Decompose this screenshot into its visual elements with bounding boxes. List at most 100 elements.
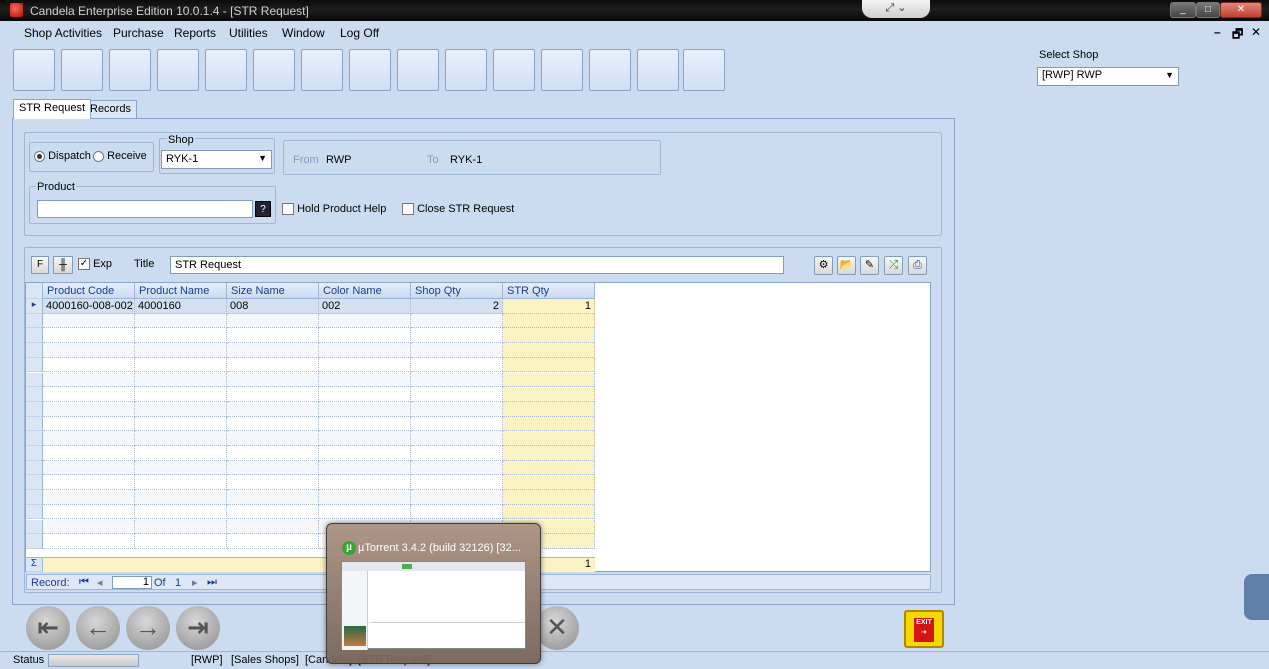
- row-header[interactable]: [26, 401, 43, 417]
- tab-records[interactable]: Records: [84, 100, 137, 119]
- row-header[interactable]: [26, 490, 43, 505]
- table-cell[interactable]: [135, 446, 227, 461]
- row-header[interactable]: [26, 328, 43, 344]
- title-input[interactable]: STR Request: [170, 256, 784, 274]
- table-row[interactable]: [26, 490, 595, 505]
- col-product-name[interactable]: Product Name: [135, 283, 227, 299]
- filter-f-button[interactable]: F: [31, 256, 49, 274]
- table-cell[interactable]: [227, 372, 319, 388]
- menu-utilities[interactable]: Utilities: [229, 26, 268, 40]
- col-shop-qty[interactable]: Shop Qty: [411, 283, 503, 299]
- table-cell[interactable]: [411, 372, 503, 388]
- toolbar-button-10[interactable]: [445, 49, 487, 91]
- table-cell[interactable]: [503, 343, 595, 358]
- next-record-icon[interactable]: ▸: [192, 576, 198, 589]
- table-cell[interactable]: [227, 313, 319, 329]
- table-cell[interactable]: [411, 313, 503, 329]
- mdi-minimize-button[interactable]: –: [1214, 25, 1221, 39]
- receive-radio[interactable]: Receive: [93, 150, 147, 162]
- table-cell[interactable]: [43, 401, 135, 417]
- table-cell[interactable]: [319, 431, 411, 446]
- row-header[interactable]: [26, 460, 43, 476]
- delete-icon[interactable]: ✕: [535, 606, 579, 650]
- table-row[interactable]: [26, 387, 595, 402]
- table-cell[interactable]: [227, 534, 319, 549]
- table-cell[interactable]: [227, 401, 319, 417]
- column-chooser-icon[interactable]: ╫: [53, 256, 73, 274]
- table-cell[interactable]: [411, 328, 503, 344]
- col-size-name[interactable]: Size Name: [227, 283, 319, 299]
- table-cell[interactable]: [43, 490, 135, 505]
- table-cell[interactable]: [135, 343, 227, 358]
- table-cell[interactable]: [503, 372, 595, 388]
- table-cell[interactable]: [135, 504, 227, 520]
- last-icon[interactable]: ⇥: [176, 606, 220, 650]
- print-icon[interactable]: ⎙: [908, 256, 927, 275]
- forward-arrow-icon[interactable]: →: [126, 606, 170, 650]
- table-cell[interactable]: [411, 504, 503, 520]
- table-cell[interactable]: [227, 343, 319, 358]
- table-cell[interactable]: [227, 490, 319, 505]
- menu-shop-activities[interactable]: Shop Activities: [24, 26, 102, 40]
- table-cell[interactable]: [43, 416, 135, 432]
- toolbar-button-12[interactable]: [541, 49, 583, 91]
- table-row[interactable]: [26, 460, 595, 476]
- table-cell[interactable]: [319, 416, 411, 432]
- mdi-restore-button[interactable]: 🗗: [1232, 25, 1243, 46]
- table-cell[interactable]: [227, 387, 319, 402]
- record-current-input[interactable]: 1: [112, 576, 152, 589]
- table-cell[interactable]: [319, 475, 411, 491]
- row-header[interactable]: [26, 475, 43, 491]
- toolbar-button-2[interactable]: [61, 49, 103, 91]
- table-cell[interactable]: [503, 431, 595, 446]
- col-str-qty[interactable]: STR Qty: [503, 283, 595, 299]
- table-cell[interactable]: [43, 460, 135, 476]
- table-cell[interactable]: [43, 313, 135, 329]
- table-cell[interactable]: [503, 357, 595, 373]
- table-cell[interactable]: 1: [503, 299, 595, 314]
- row-header[interactable]: [26, 313, 43, 329]
- toolbar-button-11[interactable]: [493, 49, 535, 91]
- table-cell[interactable]: [43, 519, 135, 535]
- toolbar-button-13[interactable]: [589, 49, 631, 91]
- table-cell[interactable]: [319, 328, 411, 344]
- table-cell[interactable]: [319, 504, 411, 520]
- col-product-code[interactable]: Product Code: [43, 283, 135, 299]
- menu-purchase[interactable]: Purchase: [113, 26, 164, 40]
- table-cell[interactable]: [135, 475, 227, 491]
- table-cell[interactable]: [319, 387, 411, 402]
- table-cell[interactable]: [503, 387, 595, 402]
- export-icon[interactable]: ⤮: [884, 256, 903, 275]
- table-cell[interactable]: 2: [411, 299, 503, 314]
- menu-reports[interactable]: Reports: [174, 26, 216, 40]
- table-row[interactable]: [26, 504, 595, 520]
- table-cell[interactable]: [135, 401, 227, 417]
- edit-icon[interactable]: ✎: [860, 256, 879, 275]
- table-cell[interactable]: [503, 416, 595, 432]
- select-shop-dropdown[interactable]: [RWP] RWP ▼: [1037, 67, 1179, 86]
- table-row[interactable]: ▸ 4000160-008-002 4000160 008 002 2 1: [26, 299, 595, 314]
- table-cell[interactable]: [43, 372, 135, 388]
- minimize-button[interactable]: _: [1170, 2, 1196, 18]
- table-row[interactable]: [26, 401, 595, 417]
- table-cell[interactable]: [319, 357, 411, 373]
- table-cell[interactable]: [135, 519, 227, 535]
- table-cell[interactable]: [319, 490, 411, 505]
- table-cell[interactable]: [503, 504, 595, 520]
- toolbar-button-8[interactable]: [349, 49, 391, 91]
- table-cell[interactable]: 4000160: [135, 299, 227, 314]
- table-cell[interactable]: [319, 343, 411, 358]
- table-cell[interactable]: [227, 357, 319, 373]
- table-cell[interactable]: [43, 431, 135, 446]
- table-cell[interactable]: [503, 328, 595, 344]
- table-cell[interactable]: [135, 534, 227, 549]
- table-cell[interactable]: [135, 416, 227, 432]
- toolbar-button-14[interactable]: [637, 49, 679, 91]
- table-cell[interactable]: [135, 372, 227, 388]
- tab-str-request[interactable]: STR Request: [13, 99, 92, 119]
- col-color-name[interactable]: Color Name: [319, 283, 411, 299]
- toolbar-button-1[interactable]: [13, 49, 55, 91]
- table-cell[interactable]: [503, 401, 595, 417]
- row-header[interactable]: [26, 372, 43, 388]
- table-cell[interactable]: [43, 534, 135, 549]
